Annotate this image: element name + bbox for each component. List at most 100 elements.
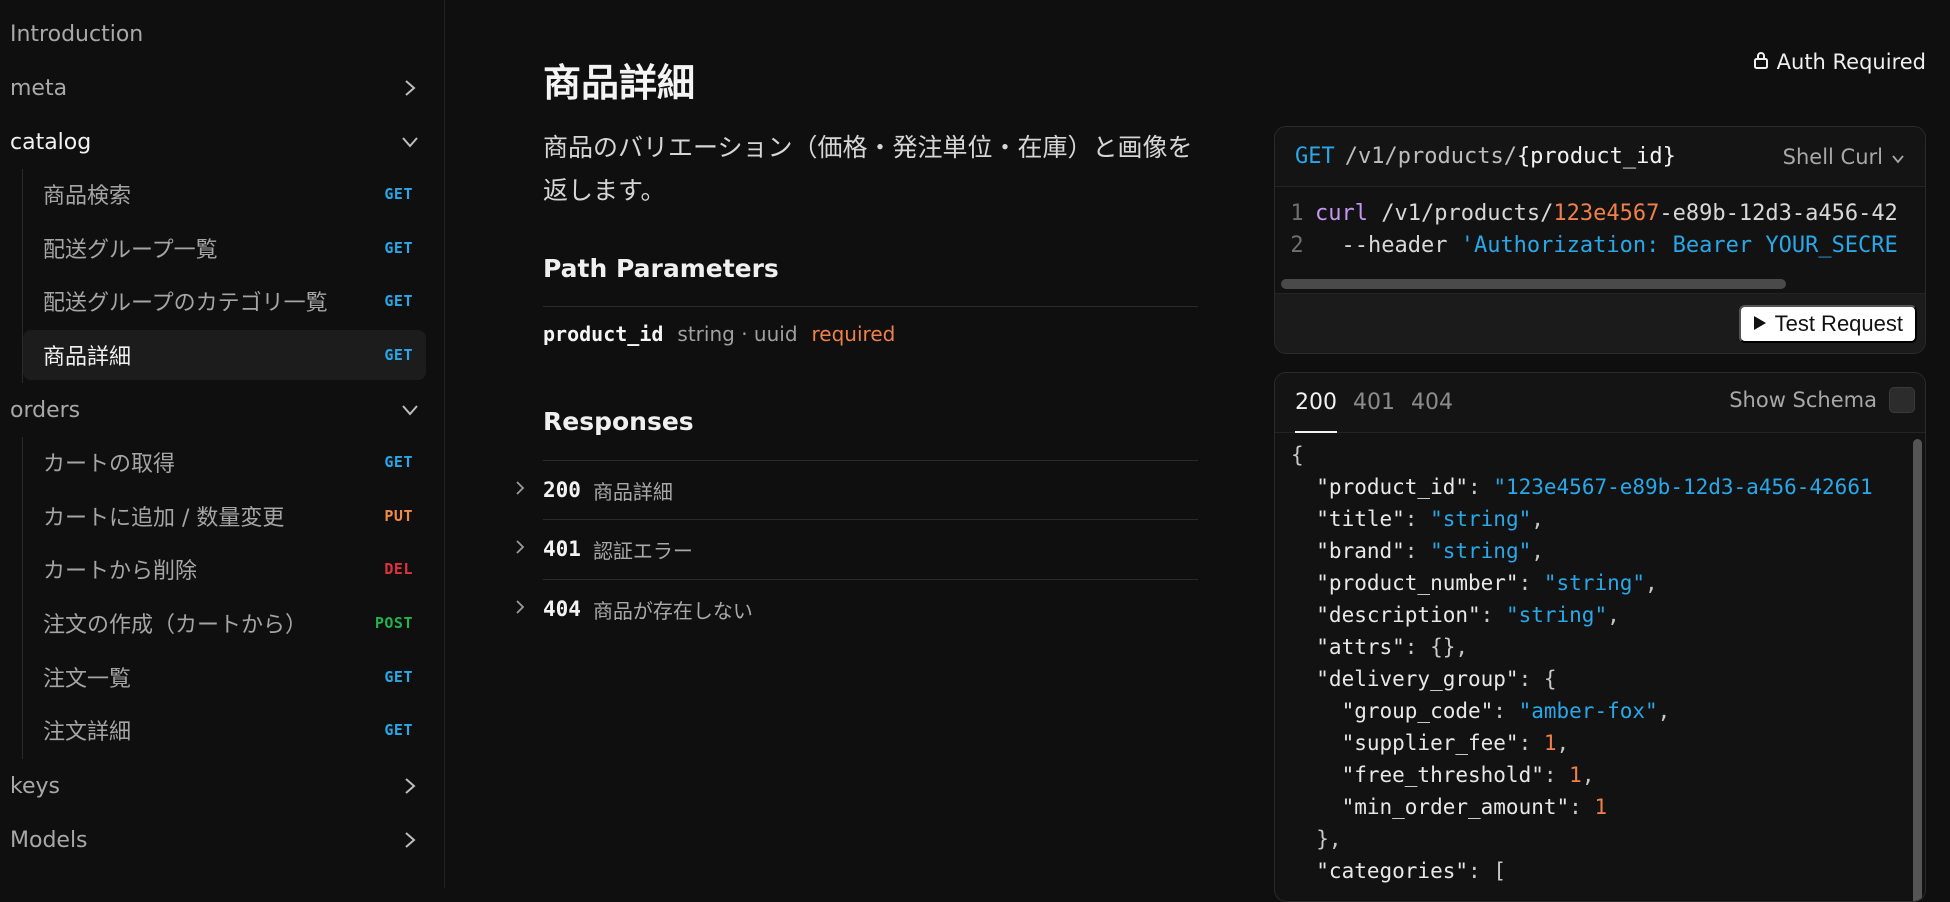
json-key: "supplier_fee": [1291, 731, 1519, 755]
scrollbar-thumb[interactable]: [1281, 279, 1786, 289]
sidebar-group-label: orders: [10, 397, 81, 423]
request-footer: Test Request: [1275, 293, 1925, 353]
json-sep: ,: [1607, 603, 1620, 627]
sidebar-item-delivery-group-categories[interactable]: 配送グループのカテゴリ一覧 GET: [23, 276, 426, 326]
sidebar-group-label: catalog: [10, 129, 92, 155]
method-badge: PUT: [384, 507, 413, 525]
responses-heading: Responses: [543, 407, 694, 436]
sidebar-item-order-detail[interactable]: 注文詳細 GET: [23, 705, 426, 755]
request-path: GET/v1/products/{product_id}: [1295, 144, 1676, 169]
response-tabs: 200 401 404 Show Schema: [1275, 373, 1925, 433]
json-sep: :: [1493, 699, 1519, 723]
sidebar-group-orders[interactable]: orders: [10, 388, 420, 432]
chevron-right-icon: [515, 480, 543, 501]
code-token: 123e4567: [1553, 200, 1660, 226]
json-line: "brand": "string",: [1291, 535, 1544, 567]
tab-404[interactable]: 404: [1411, 373, 1453, 433]
chevron-down-icon: [1891, 145, 1905, 169]
json-line: "free_threshold": 1,: [1291, 759, 1595, 791]
show-schema-toggle[interactable]: Show Schema: [1729, 387, 1915, 413]
json-string: "string": [1430, 507, 1532, 531]
json-sep: ,: [1531, 539, 1544, 563]
sidebar-group-catalog[interactable]: catalog: [10, 120, 420, 164]
sidebar-group-models[interactable]: Models: [10, 818, 420, 862]
path-parameters-heading: Path Parameters: [543, 254, 779, 283]
response-json: { "product_id": "123e4567-e89b-12d3-a456…: [1275, 433, 1911, 901]
chevron-right-icon: [515, 599, 543, 620]
code-token: curl: [1315, 200, 1368, 226]
sidebar-item-label: Introduction: [10, 21, 144, 47]
sidebar-item-order-list[interactable]: 注文一覧 GET: [23, 652, 426, 702]
sidebar-item-label: 注文詳細: [43, 720, 132, 745]
sidebar-item-cart-add[interactable]: カートに追加 / 数量変更 PUT: [23, 491, 426, 541]
tab-401[interactable]: 401: [1353, 373, 1395, 433]
response-row-200[interactable]: 200 商品詳細: [515, 461, 1198, 519]
code-token: -e89b-12d3-a456-42: [1659, 200, 1898, 226]
sidebar-item-product-detail[interactable]: 商品詳細 GET: [23, 330, 426, 380]
param-type: string · uuid: [677, 322, 798, 346]
response-code: 200: [543, 478, 581, 502]
json-key: "attrs": [1291, 635, 1405, 659]
response-row-404[interactable]: 404 商品が存在しない: [515, 580, 1198, 638]
test-request-button[interactable]: Test Request: [1738, 305, 1917, 343]
sidebar-item-introduction[interactable]: Introduction: [10, 12, 420, 56]
method-badge: GET: [384, 239, 413, 257]
horizontal-scrollbar[interactable]: [1281, 279, 1921, 289]
method-badge: POST: [374, 614, 413, 632]
sidebar-item-label: 注文の作成（カートから）: [43, 613, 308, 638]
json-sep: :: [1480, 603, 1506, 627]
code-token: 'Authorization: Bearer YOUR_SECRE: [1460, 232, 1898, 258]
json-line: "min_order_amount": 1: [1291, 791, 1608, 823]
request-header: GET/v1/products/{product_id} Shell Curl: [1275, 127, 1925, 187]
sidebar-item-get-cart[interactable]: カートの取得 GET: [23, 437, 426, 487]
show-schema-checkbox[interactable]: [1889, 387, 1915, 413]
auth-required-badge: Auth Required: [1753, 50, 1926, 74]
json-sep: ,: [1657, 699, 1671, 723]
sidebar-item-delivery-groups[interactable]: 配送グループ一覧 GET: [23, 223, 426, 273]
code-token: --header: [1315, 232, 1461, 258]
json-line: "categories": [: [1291, 855, 1506, 887]
sidebar-item-cart-remove[interactable]: カートから削除 DEL: [23, 544, 426, 594]
chevron-right-icon: [400, 830, 420, 850]
line-number: 2: [1290, 232, 1304, 258]
method-badge: GET: [384, 346, 413, 364]
main-content: 商品詳細 Auth Required 商品のバリエーション（価格・発注単位・在庫…: [445, 0, 1950, 902]
sidebar-group-label: keys: [10, 773, 60, 799]
json-number: 1: [1543, 731, 1557, 755]
sidebar-group-label: Models: [10, 827, 88, 853]
code-sample: 1 curl /v1/products/123e4567 -e89b-12d3-a4…: [1275, 187, 1925, 279]
response-row-401[interactable]: 401 認証エラー: [515, 520, 1198, 578]
sidebar-item-create-order[interactable]: 注文の作成（カートから） POST: [23, 598, 426, 648]
sidebar-item-label: カートの取得: [43, 452, 176, 477]
method-badge: GET: [384, 292, 413, 310]
json-sep: :: [1404, 539, 1431, 563]
json-line: "product_number": "string",: [1291, 567, 1658, 599]
request-method: GET: [1295, 144, 1335, 169]
code-line: 2 --header 'Authorization: Bearer YOUR_S…: [1275, 229, 1898, 261]
json-sep: ,: [1581, 763, 1595, 787]
request-panel: GET/v1/products/{product_id} Shell Curl …: [1274, 126, 1926, 354]
json-key: "categories": [1291, 859, 1469, 883]
shell-select[interactable]: Shell Curl: [1783, 145, 1905, 169]
json-number: 1: [1569, 763, 1582, 787]
tab-200[interactable]: 200: [1295, 373, 1337, 433]
sidebar-item-product-search[interactable]: 商品検索 GET: [23, 169, 426, 219]
json-sep: ,: [1531, 507, 1544, 531]
test-request-label: Test Request: [1774, 311, 1903, 336]
sidebar-group-meta[interactable]: meta: [10, 66, 420, 110]
sidebar-group-keys[interactable]: keys: [10, 764, 420, 808]
play-icon: [1753, 311, 1767, 337]
sidebar-item-label: 注文一覧: [43, 667, 132, 692]
sidebar-item-label: 配送グループ一覧: [43, 238, 218, 263]
json-key: "min_order_amount": [1291, 795, 1570, 819]
chevron-down-icon: [400, 132, 420, 152]
json-token: {: [1291, 443, 1304, 467]
method-badge: GET: [384, 668, 413, 686]
page-title: 商品詳細: [543, 61, 696, 105]
json-sep: ,: [1645, 571, 1658, 595]
method-badge: GET: [384, 721, 413, 739]
json-string: "string": [1505, 603, 1608, 627]
param-required: required: [811, 322, 896, 346]
vertical-scrollbar[interactable]: [1913, 439, 1922, 901]
method-badge: GET: [384, 453, 413, 471]
